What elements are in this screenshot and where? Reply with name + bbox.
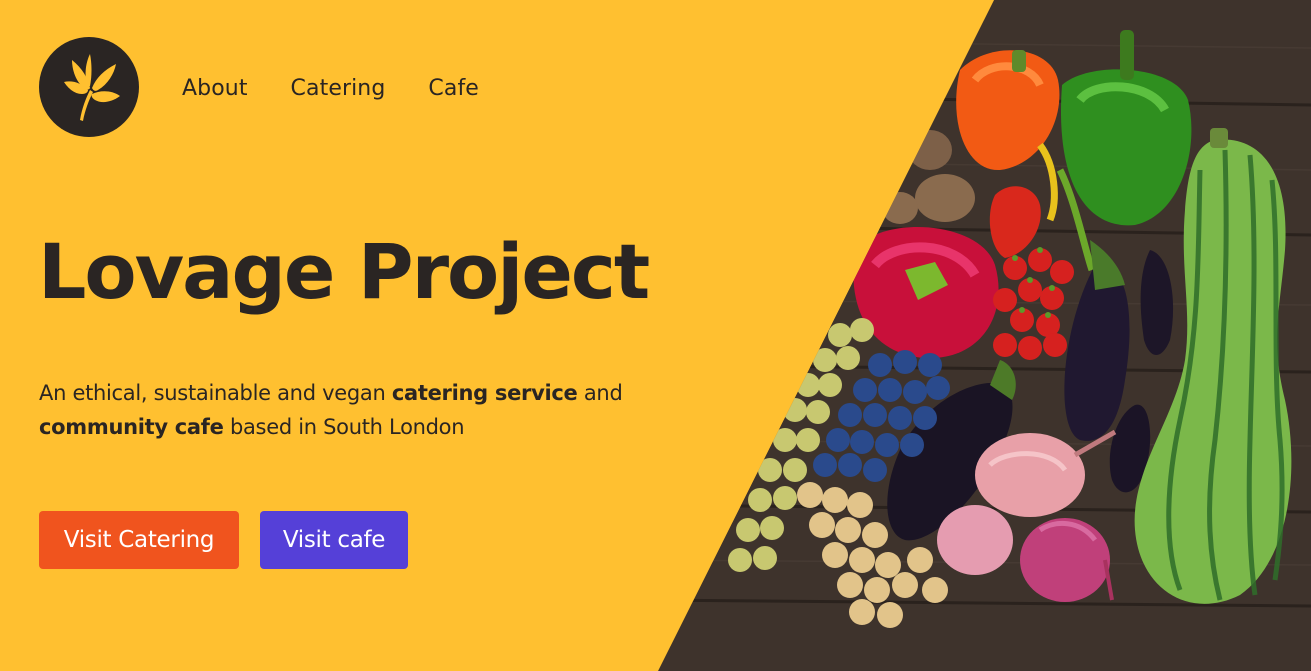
nav-catering[interactable]: Catering: [291, 76, 386, 101]
tagline-text-3: based in South London: [223, 415, 465, 439]
tagline-text-2: and: [577, 381, 623, 405]
main-nav: About Catering Cafe: [182, 76, 479, 101]
tagline-text-1: An ethical, sustainable and vegan: [39, 381, 392, 405]
hero-section: About Catering Cafe Lovage Project An et…: [0, 0, 1311, 671]
page-title: Lovage Project: [38, 227, 650, 316]
visit-cafe-button[interactable]: Visit cafe: [260, 511, 408, 569]
nav-about[interactable]: About: [182, 76, 248, 101]
tagline-community-cafe: community cafe: [39, 415, 224, 439]
lovage-leaf-icon: [64, 54, 120, 121]
logo[interactable]: [39, 37, 139, 137]
tagline-catering-service: catering service: [391, 381, 578, 405]
visit-catering-button[interactable]: Visit Catering: [39, 511, 239, 569]
tagline: An ethical, sustainable and vegan cateri…: [39, 376, 679, 444]
nav-cafe[interactable]: Cafe: [428, 76, 479, 101]
